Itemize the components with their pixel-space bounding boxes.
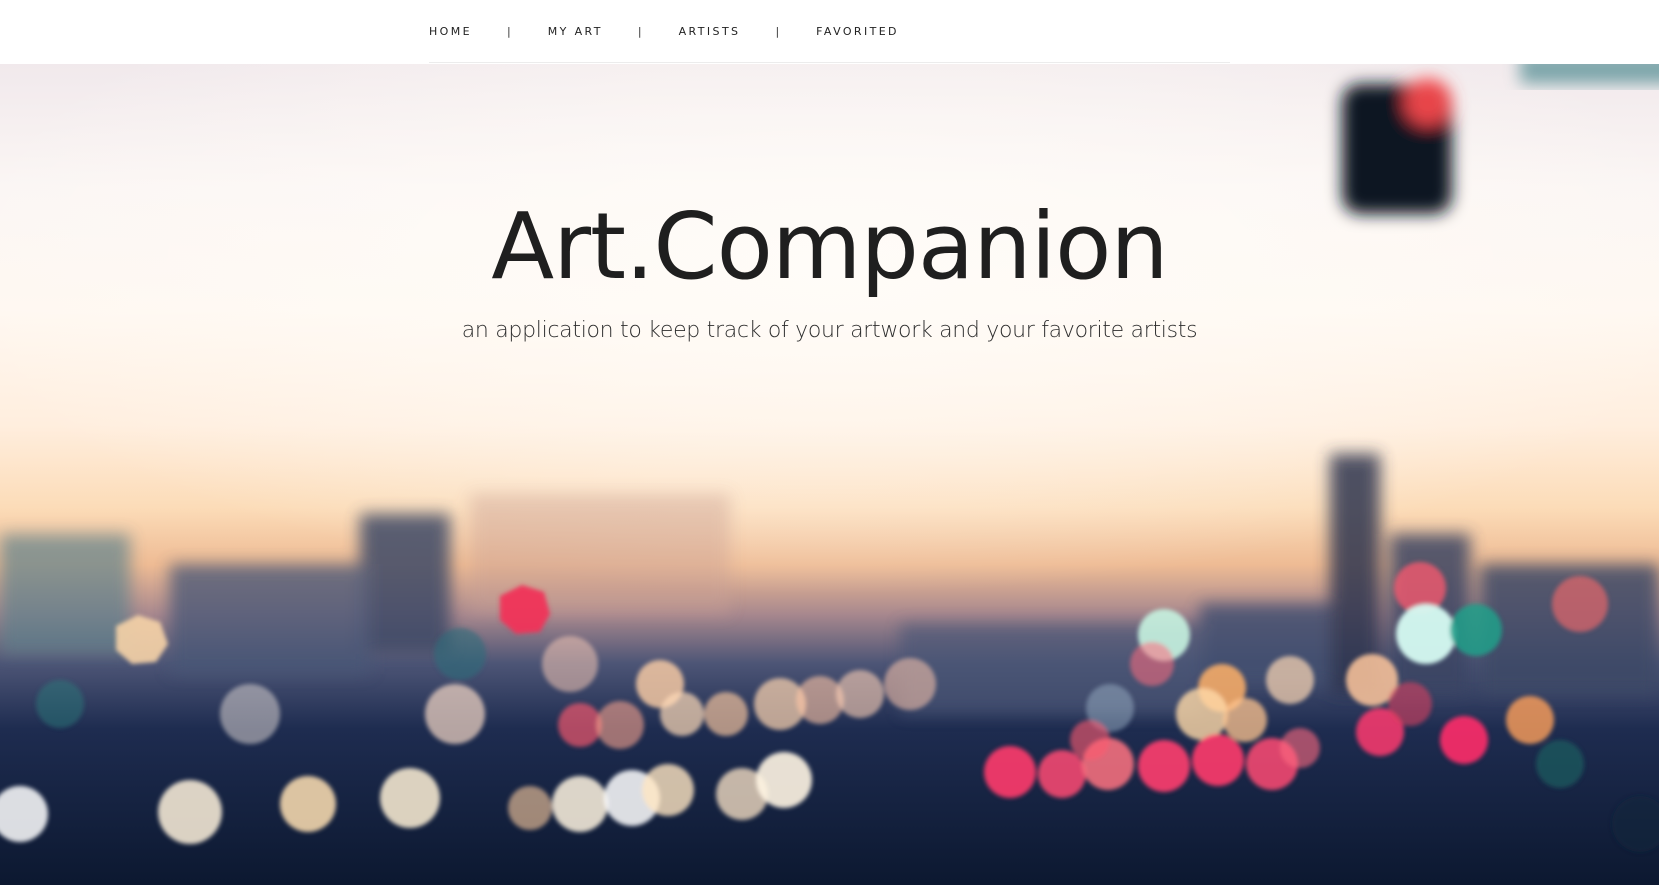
page-title: Art.Companion [491,193,1168,300]
nav-item-home[interactable]: HOME [429,25,472,38]
nav-item-artists[interactable]: ARTISTS [679,25,741,38]
page-subtitle: an application to keep track of your art… [461,318,1198,343]
hero-section: Art.Companion an application to keep tra… [0,64,1659,885]
nav-divider [429,62,1230,63]
nav-separator: | [637,24,642,38]
nav-item-my-art[interactable]: MY ART [548,25,603,38]
main-nav: HOME | MY ART | ARTISTS | FAVORITED [429,0,899,62]
hero-background-image [0,64,1659,852]
nav-item-favorited[interactable]: FAVORITED [816,25,899,38]
nav-separator: | [506,24,511,38]
nav-separator: | [775,24,780,38]
top-navbar: HOME | MY ART | ARTISTS | FAVORITED [0,0,1659,64]
